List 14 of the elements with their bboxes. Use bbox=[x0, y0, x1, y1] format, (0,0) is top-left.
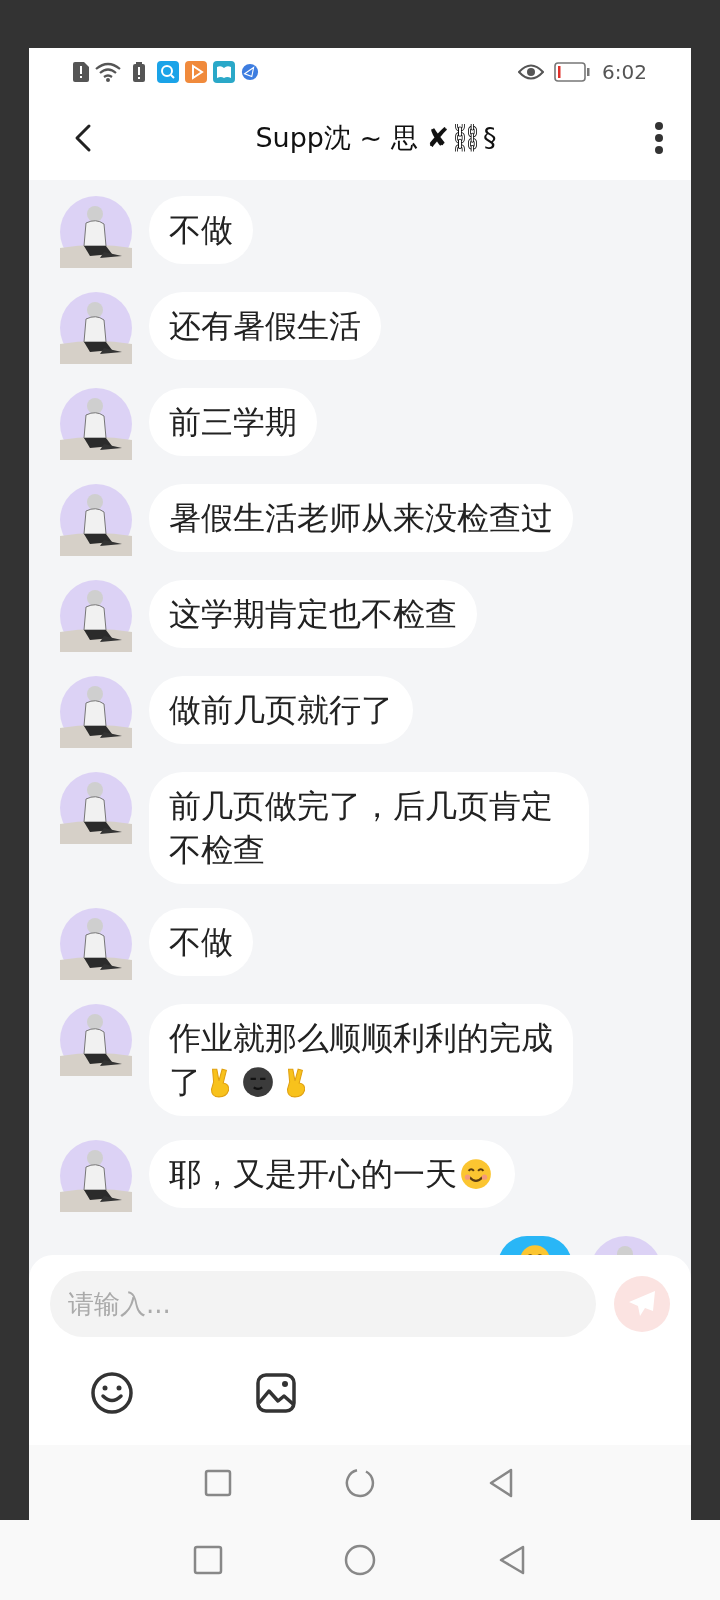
message-text: 不做 bbox=[169, 211, 233, 249]
chat-title: Supp沈 ~ 思 ✘⛓§ bbox=[254, 120, 498, 155]
message-text: 耶，又是开心的一天 bbox=[169, 1155, 457, 1193]
message-text: 了 bbox=[169, 1063, 201, 1101]
message-text: 作业就那么顺顺利利的完成 bbox=[169, 1019, 553, 1057]
message-text: 前三学期 bbox=[169, 403, 297, 441]
message-text: 还有暑假生活 bbox=[169, 307, 361, 345]
message-text: 前几页做完了，后几页肯定不检查 bbox=[169, 787, 553, 869]
message-input[interactable]: 请输入... bbox=[50, 1271, 596, 1337]
message-text: 这学期肯定也不检查 bbox=[169, 595, 457, 633]
message-text: 不做 bbox=[169, 923, 233, 961]
status-time: 6:02 bbox=[602, 59, 647, 84]
message-text: 暑假生活老师从来没检查过 bbox=[169, 499, 553, 537]
message-text: 做前几页就行了 bbox=[169, 691, 393, 729]
